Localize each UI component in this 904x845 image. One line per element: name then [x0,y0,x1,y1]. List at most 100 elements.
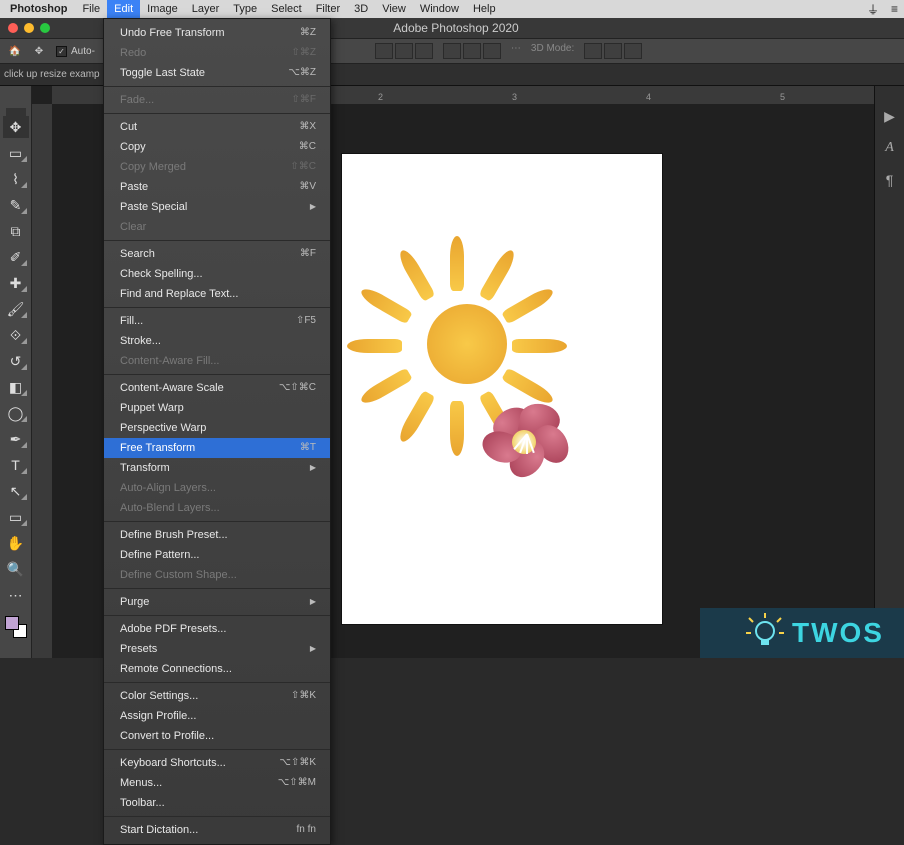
menu-item-undo-free-transform[interactable]: Undo Free Transform⌘Z [104,23,330,43]
menu-item-start-dictation[interactable]: Start Dictation...fn fn [104,820,330,840]
edit-menu-dropdown: Undo Free Transform⌘ZRedo⇧⌘ZToggle Last … [103,18,331,845]
window-zoom-button[interactable] [40,23,50,33]
distribute-button[interactable] [463,43,481,59]
menu-item-assign-profile[interactable]: Assign Profile... [104,706,330,726]
menu-item-presets[interactable]: Presets [104,639,330,659]
healing-tool[interactable]: ✚ [3,272,29,294]
menu-item-define-custom-shape: Define Custom Shape... [104,565,330,585]
home-icon[interactable]: 🏠 [8,44,22,58]
menu-item-auto-align-layers: Auto-Align Layers... [104,478,330,498]
pen-tool[interactable]: ✒ [3,428,29,450]
right-panels: ▶ A ¶ [874,86,904,658]
menu-file[interactable]: File [75,0,107,18]
document-tab[interactable]: click up resize examp [4,69,100,80]
menu-item-transform[interactable]: Transform [104,458,330,478]
character-panel-icon[interactable]: A [880,138,900,158]
menu-edit[interactable]: Edit [107,0,140,18]
menu-item-menus[interactable]: Menus...⌥⇧⌘M [104,773,330,793]
clone-tool[interactable]: ⟐ [3,324,29,346]
menu-3d[interactable]: 3D [347,0,375,18]
menu-item-find-and-replace-text[interactable]: Find and Replace Text... [104,284,330,304]
zoom-tool[interactable]: 🔍 [3,558,29,580]
menu-item-perspective-warp[interactable]: Perspective Warp [104,418,330,438]
menu-item-stroke[interactable]: Stroke... [104,331,330,351]
crop-tool[interactable]: ⧉ [3,220,29,242]
menu-item-toolbar[interactable]: Toolbar... [104,793,330,813]
menu-item-puppet-warp[interactable]: Puppet Warp [104,398,330,418]
menu-item-fill[interactable]: Fill...⇧F5 [104,311,330,331]
menu-item-content-aware-scale[interactable]: Content-Aware Scale⌥⇧⌘C [104,378,330,398]
align-button[interactable] [375,43,393,59]
document-canvas[interactable] [342,154,662,624]
align-button[interactable] [415,43,433,59]
3d-mode-buttons [584,43,642,59]
menu-filter[interactable]: Filter [309,0,347,18]
dodge-tool[interactable]: ◯ [3,402,29,424]
move-tool-indicator-icon[interactable]: ✥ [32,44,46,58]
window-minimize-button[interactable] [24,23,34,33]
paragraph-panel-icon[interactable]: ¶ [880,170,900,190]
menu-item-free-transform[interactable]: Free Transform⌘T [104,438,330,458]
menu-extras-icon[interactable]: ≡ [885,2,904,16]
window-close-button[interactable] [8,23,18,33]
watermark-logo: TWOS [700,608,904,658]
menu-layer[interactable]: Layer [185,0,227,18]
ruler-vertical [32,104,52,658]
ruler-mark: 3 [512,92,517,102]
menu-item-color-settings[interactable]: Color Settings...⇧⌘K [104,686,330,706]
menu-item-auto-blend-layers: Auto-Blend Layers... [104,498,330,518]
path-select-tool[interactable]: ↖ [3,480,29,502]
options-more-icon[interactable]: ⋯ [511,43,521,59]
menu-item-paste[interactable]: Paste⌘V [104,177,330,197]
menu-item-define-brush-preset[interactable]: Define Brush Preset... [104,525,330,545]
auto-select-checkbox[interactable]: ✓ [56,46,67,57]
flower-graphic [482,404,572,484]
menu-item-convert-to-profile[interactable]: Convert to Profile... [104,726,330,746]
history-brush-tool[interactable]: ↺ [3,350,29,372]
align-buttons-group [375,43,433,59]
hand-tool[interactable]: ✋ [3,532,29,554]
color-swatch[interactable] [5,616,27,638]
menu-window[interactable]: Window [413,0,466,18]
edit-toolbar-icon[interactable]: ⋯ [3,584,29,606]
menu-item-remote-connections[interactable]: Remote Connections... [104,659,330,679]
menu-item-copy[interactable]: Copy⌘C [104,137,330,157]
menu-image[interactable]: Image [140,0,185,18]
3d-button[interactable] [624,43,642,59]
lasso-tool[interactable]: ⌇ [3,168,29,190]
menu-item-adobe-pdf-presets[interactable]: Adobe PDF Presets... [104,619,330,639]
shape-tool[interactable]: ▭ [3,506,29,528]
wifi-icon[interactable]: ⏚ [861,1,885,18]
menu-item-define-pattern[interactable]: Define Pattern... [104,545,330,565]
eyedropper-tool[interactable]: ✐ [3,246,29,268]
menu-item-toggle-last-state[interactable]: Toggle Last State⌥⌘Z [104,63,330,83]
menu-item-paste-special[interactable]: Paste Special [104,197,330,217]
align-button[interactable] [395,43,413,59]
distribute-button[interactable] [443,43,461,59]
auto-select-label: Auto- [71,46,95,57]
gradient-tool[interactable]: ◧ [3,376,29,398]
menu-type[interactable]: Type [226,0,264,18]
menu-item-cut[interactable]: Cut⌘X [104,117,330,137]
move-tool[interactable]: ✥ [3,116,29,138]
type-tool[interactable]: T [3,454,29,476]
menu-select[interactable]: Select [264,0,309,18]
app-name: Photoshop [2,3,75,15]
3d-mode-label: 3D Mode: [531,43,574,59]
menu-item-purge[interactable]: Purge [104,592,330,612]
menu-item-check-spelling[interactable]: Check Spelling... [104,264,330,284]
menu-help[interactable]: Help [466,0,503,18]
system-menubar: Photoshop File Edit Image Layer Type Sel… [0,0,904,18]
menu-item-keyboard-shortcuts[interactable]: Keyboard Shortcuts...⌥⇧⌘K [104,753,330,773]
3d-button[interactable] [584,43,602,59]
marquee-tool[interactable]: ▭ [3,142,29,164]
brush-tool[interactable]: 🖌 [3,298,29,320]
menu-item-search[interactable]: Search⌘F [104,244,330,264]
distribute-button[interactable] [483,43,501,59]
quick-select-tool[interactable]: ✎ [3,194,29,216]
menu-item-content-aware-fill: Content-Aware Fill... [104,351,330,371]
3d-button[interactable] [604,43,622,59]
menu-view[interactable]: View [375,0,413,18]
distribute-buttons-group [443,43,501,59]
play-panel-icon[interactable]: ▶ [880,106,900,126]
